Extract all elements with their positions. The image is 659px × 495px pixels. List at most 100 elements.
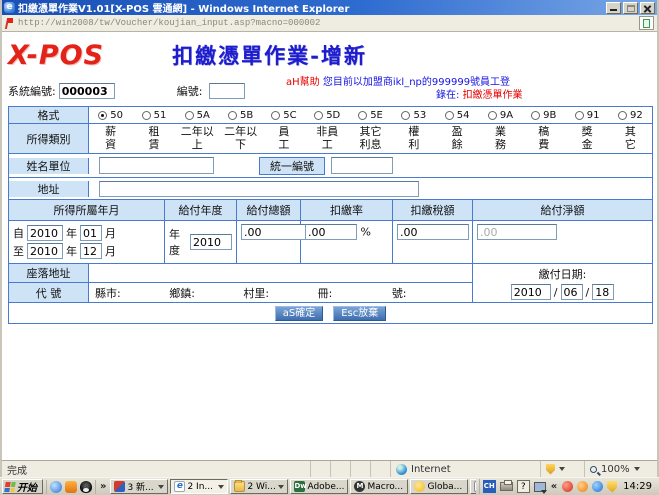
tax-amount-input[interactable] <box>397 224 469 240</box>
rate-input[interactable] <box>305 224 357 240</box>
format-radio-9A[interactable]: 9A <box>479 107 522 123</box>
cancel-button[interactable]: Esc放棄 <box>333 306 386 321</box>
dw-icon: Dw <box>294 481 305 492</box>
quick-launch-more-chevron[interactable]: » <box>99 481 107 492</box>
pay-year-input[interactable] <box>190 234 232 250</box>
taskbar-clock: 14:29 <box>621 481 654 492</box>
radio-icon[interactable] <box>531 111 540 120</box>
radio-icon[interactable] <box>445 111 454 120</box>
pay-year-label: 年度 <box>169 226 186 258</box>
taskbar-button-0[interactable]: 3 新... <box>110 479 168 494</box>
confirm-button[interactable]: aS確定 <box>275 306 323 321</box>
taskbar-button-3[interactable]: DwAdobe... <box>290 479 348 494</box>
page-icon[interactable] <box>639 16 654 30</box>
from-year-input[interactable] <box>27 225 63 241</box>
quick-launch-qq-icon[interactable] <box>80 481 92 493</box>
chevron-down-icon[interactable] <box>218 485 224 489</box>
window-title: 扣繳憑單作業V1.01[X-POS 雲通網] - Windows Interne… <box>18 0 606 15</box>
zoom-level: 100% <box>601 464 630 475</box>
radio-icon[interactable] <box>98 111 107 120</box>
pay-date-day-input[interactable] <box>592 284 614 300</box>
radio-icon[interactable] <box>401 111 410 120</box>
format-radio-54[interactable]: 54 <box>436 107 479 123</box>
protected-mode-pane[interactable] <box>541 461 585 477</box>
tray-more-chevron[interactable]: « <box>550 481 558 492</box>
taskbar-button-label: 2 Wi... <box>247 482 275 492</box>
format-radio-9B[interactable]: 9B <box>522 107 565 123</box>
format-option-label: 9B <box>543 110 556 121</box>
start-button[interactable]: 开始 <box>2 479 43 494</box>
to-year-input[interactable] <box>27 243 63 259</box>
tray-app-icon-blue[interactable] <box>592 481 603 492</box>
doc-no-input[interactable] <box>209 83 245 99</box>
code-field-label-2: 村里: <box>243 285 317 301</box>
radio-icon[interactable] <box>228 111 237 120</box>
pay-date-month-input[interactable] <box>561 284 583 300</box>
help-hotkey[interactable]: aH幫助 <box>286 77 320 88</box>
taskbar-button-2[interactable]: 2 Wi... <box>230 479 288 494</box>
chevron-down-icon <box>634 467 640 471</box>
taskbar-button-label: Globa... <box>427 482 462 492</box>
format-radio-5E[interactable]: 5E <box>349 107 392 123</box>
pay-date-year-input[interactable] <box>511 284 551 300</box>
format-radio-5D[interactable]: 5D <box>306 107 349 123</box>
zone-pane: Internet <box>391 461 541 477</box>
system-no-input[interactable] <box>59 83 115 99</box>
format-option-label: 92 <box>630 110 643 121</box>
address-input[interactable] <box>99 181 419 197</box>
login-info-text-2: 錄在: <box>436 90 459 101</box>
ime-indicator[interactable]: CH <box>483 480 496 493</box>
taskbar-button-4[interactable]: MMacro... <box>350 479 408 494</box>
network-icon[interactable] <box>534 482 546 492</box>
help-tray-icon[interactable]: ? <box>517 480 530 493</box>
quick-launch-wangwang-icon[interactable] <box>65 481 77 493</box>
format-radio-53[interactable]: 53 <box>392 107 435 123</box>
quick-launch-browser-icon[interactable] <box>50 481 62 493</box>
minimize-button[interactable] <box>606 2 621 14</box>
format-option-label: 91 <box>587 110 600 121</box>
name-unit-input[interactable] <box>99 157 214 174</box>
close-button[interactable] <box>640 2 655 14</box>
column-header-3: 扣繳率 <box>301 200 393 221</box>
radio-icon[interactable] <box>575 111 584 120</box>
quick-launch <box>46 480 96 494</box>
tray-security-shield-icon[interactable] <box>607 481 617 493</box>
format-radio-5A[interactable]: 5A <box>176 107 219 123</box>
radio-icon[interactable] <box>314 111 323 120</box>
radio-icon[interactable] <box>142 111 151 120</box>
radio-icon[interactable] <box>358 111 367 120</box>
location-code-section: 座落地址 代 號 縣市:鄉鎮:村里:冊:號: 繳付日期: / <box>9 264 652 303</box>
format-radio-91[interactable]: 91 <box>565 107 608 123</box>
chevron-down-icon[interactable] <box>158 485 164 489</box>
location-row: 座落地址 <box>9 264 472 283</box>
to-month-input[interactable] <box>80 243 102 259</box>
format-radio-51[interactable]: 51 <box>132 107 175 123</box>
taskbar-button-5[interactable]: Globa... <box>410 479 468 494</box>
maximize-button[interactable] <box>623 2 638 14</box>
zoom-control[interactable]: 100% <box>585 461 657 477</box>
chevron-down-icon <box>559 467 565 471</box>
pay-date-cell: 繳付日期: / / <box>473 264 652 302</box>
format-radio-5B[interactable]: 5B <box>219 107 262 123</box>
tray-app-icon-orange[interactable] <box>577 481 588 492</box>
macromedia-icon: M <box>354 481 365 492</box>
taskbar-button-1[interactable]: e2 In... <box>170 479 228 494</box>
from-month-input[interactable] <box>80 225 102 241</box>
format-radio-5C[interactable]: 5C <box>262 107 305 123</box>
chevron-down-icon[interactable] <box>278 485 284 489</box>
printer-icon[interactable] <box>500 482 513 491</box>
taskbar-button-label: 3 新... <box>127 480 153 493</box>
radio-icon[interactable] <box>618 111 627 120</box>
tray-app-icon-red[interactable] <box>562 481 573 492</box>
radio-icon[interactable] <box>185 111 194 120</box>
uniform-no-input[interactable] <box>331 157 393 174</box>
taskbar-button-6[interactable]: a3.書... <box>470 479 475 494</box>
format-option-label: 50 <box>110 110 123 121</box>
format-radio-92[interactable]: 92 <box>609 107 652 123</box>
radio-icon[interactable] <box>271 111 280 120</box>
internet-globe-icon <box>396 464 407 475</box>
format-option-label: 53 <box>413 110 426 121</box>
format-radio-50[interactable]: 50 <box>89 107 132 123</box>
status-bar: 完成 Internet 100% <box>2 460 657 477</box>
radio-icon[interactable] <box>488 111 497 120</box>
